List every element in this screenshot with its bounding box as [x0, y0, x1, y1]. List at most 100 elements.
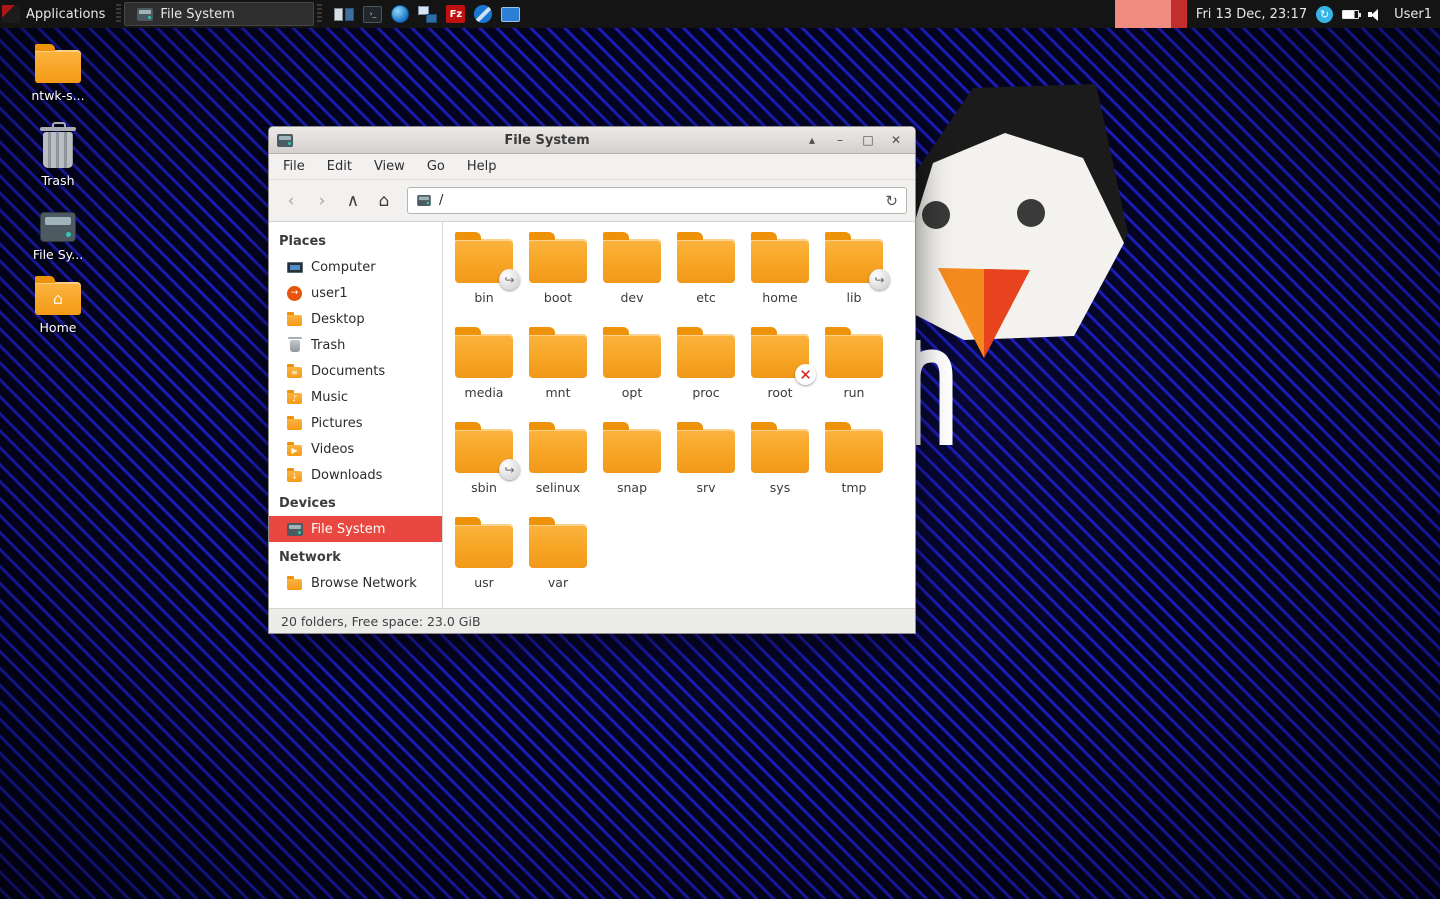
music-folder-icon: ♪: [287, 393, 302, 404]
folder-item-dev[interactable]: dev: [595, 224, 669, 319]
symlink-emblem-icon: ↪: [499, 459, 520, 480]
trash-icon: [290, 340, 300, 352]
folder-item-bin[interactable]: ↪ bin: [447, 224, 521, 319]
sidebar-item-music[interactable]: ♪ Music: [269, 384, 442, 410]
minimize-button[interactable]: –: [829, 130, 851, 150]
trash-icon: [43, 132, 73, 168]
folder-icon: [35, 50, 81, 83]
user-home-icon: →: [287, 286, 302, 301]
close-button[interactable]: ✕: [885, 130, 907, 150]
taskbar-window-label: File System: [160, 7, 234, 22]
sidebar-item-user1[interactable]: → user1: [269, 280, 442, 306]
home-folder-icon: [35, 282, 81, 315]
status-bar: 20 folders, Free space: 23.0 GiB: [269, 608, 915, 633]
sidebar-item-desktop[interactable]: Desktop: [269, 306, 442, 332]
forward-button[interactable]: ›: [308, 187, 336, 215]
desktop-icon-filesystem[interactable]: File Sy...: [14, 206, 102, 262]
folder-item-var[interactable]: var: [521, 509, 595, 604]
folder-item-boot[interactable]: boot: [521, 224, 595, 319]
folder-item-proc[interactable]: proc: [669, 319, 743, 414]
menu-help[interactable]: Help: [457, 155, 507, 178]
pictures-folder-icon: [287, 419, 302, 430]
sidebar: Places Computer → user1 Desktop Trash ≡ …: [269, 222, 442, 608]
no-access-emblem-icon: ✕: [795, 364, 816, 385]
folder-item-lib[interactable]: ↪ lib: [817, 224, 891, 319]
folder-item-root[interactable]: ✕ root: [743, 319, 817, 414]
sidebar-item-pictures[interactable]: Pictures: [269, 410, 442, 436]
maximize-button[interactable]: □: [857, 130, 879, 150]
back-button[interactable]: ‹: [277, 187, 305, 215]
terminal-launcher-icon[interactable]: ›_: [363, 6, 382, 23]
menu-edit[interactable]: Edit: [317, 155, 362, 178]
folder-item-sbin[interactable]: ↪ sbin: [447, 414, 521, 509]
sidebar-item-trash[interactable]: Trash: [269, 332, 442, 358]
path-text: /: [439, 193, 443, 208]
browser-launcher-icon[interactable]: [391, 5, 409, 23]
applications-menu-button[interactable]: Applications: [26, 7, 113, 22]
window-icon: [277, 134, 293, 147]
desktop-icon-label: Home: [40, 320, 77, 335]
sidebar-item-videos[interactable]: ▶ Videos: [269, 436, 442, 462]
battery-icon[interactable]: [1342, 10, 1359, 19]
username-label: User1: [1394, 7, 1432, 22]
sidebar-section-network: Network: [269, 542, 442, 570]
workspace-switcher[interactable]: [334, 8, 354, 21]
window-title: File System: [299, 133, 795, 148]
menu-file[interactable]: File: [273, 155, 315, 178]
shade-button[interactable]: ▴: [801, 130, 823, 150]
volume-icon[interactable]: [1368, 8, 1385, 21]
folder-item-etc[interactable]: etc: [669, 224, 743, 319]
folder-item-selinux[interactable]: selinux: [521, 414, 595, 509]
folder-item-tmp[interactable]: tmp: [817, 414, 891, 509]
sidebar-item-computer[interactable]: Computer: [269, 254, 442, 280]
blocked-app-icon[interactable]: [474, 5, 492, 23]
symlink-emblem-icon: ↪: [499, 269, 520, 290]
folder-item-usr[interactable]: usr: [447, 509, 521, 604]
desktop-icon-label: ntwk-s...: [31, 88, 84, 103]
reload-icon[interactable]: ↻: [885, 192, 898, 210]
documents-folder-icon: ≡: [287, 367, 302, 378]
folder-view[interactable]: ↪ bin boot dev etc home: [442, 222, 915, 608]
top-panel: Applications File System ›_ Fz Fri 13 De…: [0, 0, 1440, 28]
desktop-icon-home[interactable]: Home: [14, 282, 102, 335]
network-launcher-icon[interactable]: [418, 6, 437, 23]
desktop-icon-label: File Sy...: [33, 247, 83, 262]
taskbar-window-button[interactable]: File System: [124, 2, 314, 26]
path-bar[interactable]: / ↻: [407, 187, 907, 214]
notification-block[interactable]: [1115, 0, 1187, 28]
folder-item-home[interactable]: home: [743, 224, 817, 319]
menu-bar: File Edit View Go Help: [269, 154, 915, 180]
panel-clock[interactable]: Fri 13 Dec, 23:17: [1196, 7, 1307, 22]
up-button[interactable]: ∧: [339, 187, 367, 215]
panel-launchers: ›_ Fz: [334, 5, 520, 23]
folder-item-opt[interactable]: opt: [595, 319, 669, 414]
sidebar-item-downloads[interactable]: ↓ Downloads: [269, 462, 442, 488]
menu-go[interactable]: Go: [417, 155, 455, 178]
display-launcher-icon[interactable]: [501, 7, 520, 22]
toolbar: ‹ › ∧ ⌂ / ↻: [269, 180, 915, 222]
menu-view[interactable]: View: [364, 155, 415, 178]
window-content: Places Computer → user1 Desktop Trash ≡ …: [269, 222, 915, 608]
filezilla-launcher-icon[interactable]: Fz: [446, 5, 465, 23]
window-icon: [137, 8, 153, 21]
folder-item-srv[interactable]: srv: [669, 414, 743, 509]
sidebar-item-browse-network[interactable]: Browse Network: [269, 570, 442, 596]
folder-item-run[interactable]: run: [817, 319, 891, 414]
sidebar-item-documents[interactable]: ≡ Documents: [269, 358, 442, 384]
folder-item-snap[interactable]: snap: [595, 414, 669, 509]
desktop-icon-trash[interactable]: Trash: [14, 128, 102, 188]
folder-item-sys[interactable]: sys: [743, 414, 817, 509]
folder-item-media[interactable]: media: [447, 319, 521, 414]
home-button[interactable]: ⌂: [370, 187, 398, 215]
computer-icon: [287, 262, 303, 273]
desktop-folder-icon: [287, 315, 302, 326]
panel-separator: [116, 4, 121, 24]
sync-tray-icon[interactable]: ↻: [1316, 6, 1333, 23]
desktop-icon-ntwk[interactable]: ntwk-s...: [14, 50, 102, 103]
folder-item-mnt[interactable]: mnt: [521, 319, 595, 414]
distro-logo-icon: [2, 5, 20, 23]
folder-grid: ↪ bin boot dev etc home: [447, 224, 915, 604]
window-titlebar[interactable]: File System ▴ – □ ✕: [269, 127, 915, 154]
sidebar-item-file-system[interactable]: File System: [269, 516, 442, 542]
sidebar-section-devices: Devices: [269, 488, 442, 516]
